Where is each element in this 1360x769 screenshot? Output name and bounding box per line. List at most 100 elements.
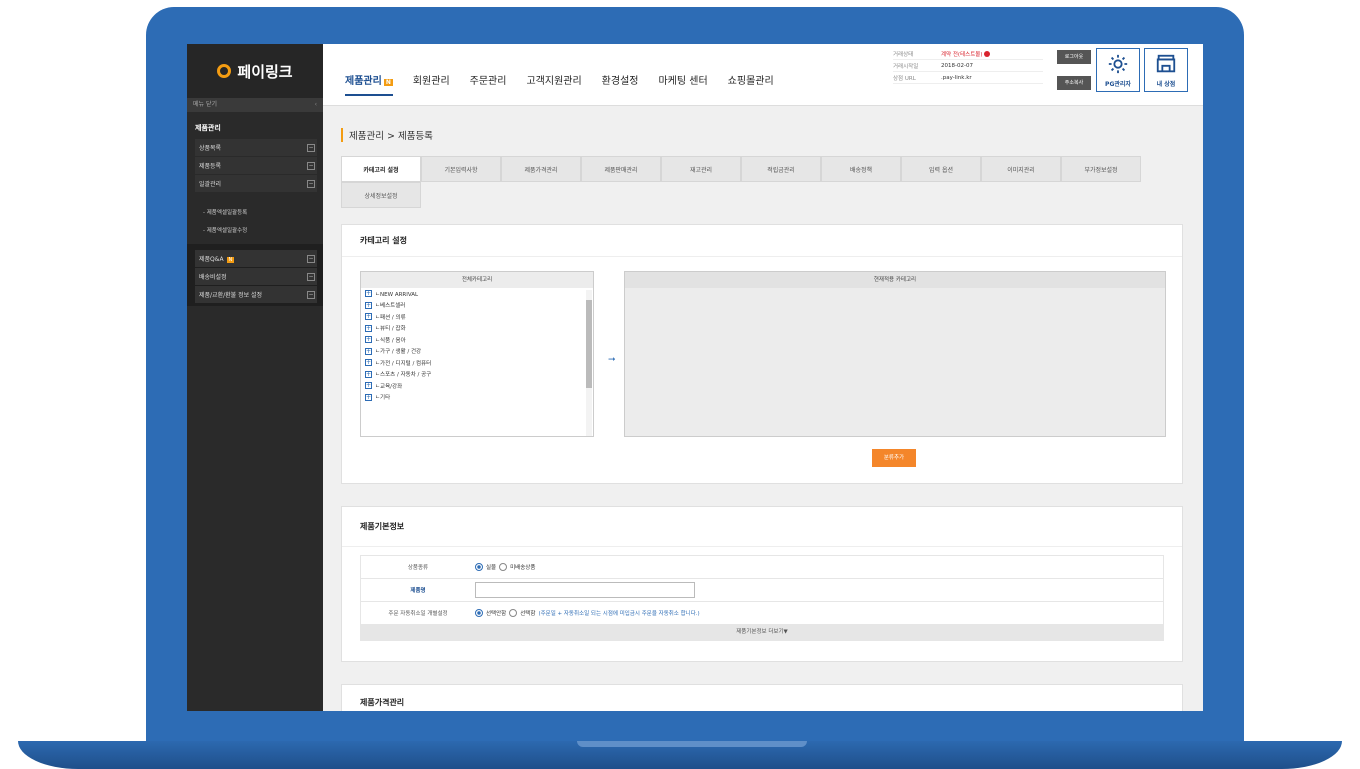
minus-icon: − [307, 290, 315, 299]
main-nav: 제품관리 N 회원관리 주문관리 고객지원관리 환경설정 마케팅 센터 쇼핑몰관리 [345, 72, 774, 96]
row-product-type: 상품종류 실물 미배송상품 [361, 556, 1163, 579]
arrow-right-icon[interactable]: ➞ [608, 355, 616, 365]
list-header: 전체카테고리 [361, 272, 593, 288]
plus-icon: + [365, 324, 372, 332]
basic-info-panel: 제품기본정보 상품종류 실물 미배송상품 제품명 주문 자동취소일 개별설정 선… [341, 506, 1183, 662]
list-item[interactable]: + ㄴ패션 / 의류 [361, 311, 593, 323]
list-item[interactable]: + ㄴ기타 [361, 392, 593, 404]
screen: 페이링크 메뉴 닫기 ‹ 제품관리 상품목록 − 제품등록 − 일괄관리 − -… [187, 44, 1203, 711]
tab-category[interactable]: 카테고리 설정 [341, 156, 421, 182]
chevron-left-icon: ‹ [314, 101, 317, 108]
plus-icon: + [365, 336, 372, 344]
sidebar-item-product-register[interactable]: 제품등록 − [195, 157, 317, 174]
menu-close-label: 메뉴 닫기 [193, 101, 217, 108]
minus-icon: − [307, 272, 315, 281]
list-item[interactable]: + ㄴ스포츠 / 자동차 / 공구 [361, 369, 593, 381]
nav-shop-manage[interactable]: 쇼핑몰관리 [728, 72, 774, 87]
top-header: 제품관리 N 회원관리 주문관리 고객지원관리 환경설정 마케팅 센터 쇼핑몰관리… [323, 44, 1203, 106]
logo[interactable]: 페이링크 [187, 44, 323, 98]
nav-member-manage[interactable]: 회원관리 [413, 72, 450, 87]
plus-icon: + [365, 382, 372, 390]
tab-extra-info[interactable]: 부가정보설정 [1061, 156, 1141, 182]
info-row-status: 거래상태 계약 전(테스트몰) [893, 48, 1043, 60]
gear-icon [1108, 54, 1128, 74]
all-category-list: 전체카테고리 + ㄴNEW ARRIVAL + ㄴ베스트셀러 + ㄴ패션 / 의류 +… [360, 271, 594, 437]
store-info: 거래상태 계약 전(테스트몰) 거래시작일 2018-02-07 상점 URL … [893, 48, 1043, 84]
info-row-start-date: 거래시작일 2018-02-07 [893, 60, 1043, 72]
plus-icon: + [365, 313, 372, 321]
nav-customer-support[interactable]: 고객지원관리 [526, 72, 581, 87]
list-item[interactable]: + ㄴ뷰티 / 잡화 [361, 323, 593, 335]
scrollbar[interactable] [586, 290, 592, 436]
tab-price[interactable]: 제품가격관리 [501, 156, 581, 182]
sidebar-item-product-list[interactable]: 상품목록 − [195, 139, 317, 156]
sidebar-item-label: 상품목록 [199, 145, 222, 152]
sidebar-sub-excel-edit[interactable]: - 제품엑셀일괄수정 [187, 220, 323, 238]
list-item[interactable]: + ㄴNEW ARRIVAL [361, 288, 593, 300]
list-item[interactable]: + ㄴ교육/강좌 [361, 380, 593, 392]
tab-shipping[interactable]: 배송정책 [821, 156, 901, 182]
scroll-thumb[interactable] [586, 300, 592, 388]
product-name-input[interactable] [475, 582, 695, 598]
radio-non-shipping[interactable] [499, 563, 508, 571]
panel-title: 제품가격관리 [360, 698, 405, 707]
list-item[interactable]: + ㄴ베스트셀러 [361, 300, 593, 312]
plus-icon: + [365, 347, 372, 355]
category-panel: 카테고리 설정 전체카테고리 + ㄴNEW ARRIVAL + ㄴ베스트셀러 + ㄴ패… [341, 224, 1183, 484]
tab-sales[interactable]: 제품판매관리 [581, 156, 661, 182]
list-item[interactable]: + ㄴ식품 / 음아 [361, 334, 593, 346]
sidebar: 페이링크 메뉴 닫기 ‹ 제품관리 상품목록 − 제품등록 − 일괄관리 − -… [187, 44, 323, 711]
new-badge: N [226, 257, 235, 263]
tab-detail-info[interactable]: 상세정보설정 [341, 182, 421, 208]
plus-icon: + [365, 359, 372, 367]
panel-title: 카테고리 설정 [342, 225, 1182, 257]
sidebar-item-label: 제품Q&A N [199, 256, 235, 263]
tab-points[interactable]: 적립금관리 [741, 156, 821, 182]
list-header: 현재적용 카테고리 [625, 272, 1165, 288]
tab-stock[interactable]: 재고관리 [661, 156, 741, 182]
plus-icon: + [365, 290, 372, 298]
sidebar-item-label: 제품/교환/환불 정보 설정 [199, 292, 263, 299]
nav-marketing[interactable]: 마케팅 센터 [658, 72, 707, 87]
tab-options[interactable]: 입력 옵션 [901, 156, 981, 182]
nav-product-manage[interactable]: 제품관리 N [345, 72, 393, 96]
pg-admin-button[interactable]: PG관리자 [1096, 48, 1140, 92]
radio-no-select[interactable] [475, 609, 483, 617]
list-item[interactable]: + ㄴ가전 / 디지털 / 컴퓨터 [361, 357, 593, 369]
logout-button[interactable]: 로그아웃 [1057, 50, 1091, 64]
sidebar-item-qna[interactable]: 제품Q&A N − [195, 250, 317, 267]
add-category-button[interactable]: 분류추가 [872, 449, 916, 467]
my-shop-button[interactable]: 내 상점 [1144, 48, 1188, 92]
sidebar-item-label: 제품등록 [199, 163, 222, 170]
minus-icon: − [307, 143, 315, 152]
row-auto-cancel: 주문 자동취소일 개별설정 선택안함 선택함 (주문일 + 자동취소일 되는 시… [361, 602, 1163, 625]
current-category-list: 현재적용 카테고리 [624, 271, 1166, 437]
menu-close-toggle[interactable]: 메뉴 닫기 ‹ [187, 98, 323, 112]
shop-icon [1156, 54, 1176, 73]
radio-select[interactable] [509, 609, 518, 617]
copy-address-button[interactable]: 주소복사 [1057, 76, 1091, 90]
tab-basic-input[interactable]: 기본입력사항 [421, 156, 501, 182]
panel-title: 제품기본정보 [342, 507, 1182, 547]
show-more-basic-info[interactable]: 제품기본정보 더보기▼ [361, 625, 1163, 640]
tab-images[interactable]: 이미지관리 [981, 156, 1061, 182]
sidebar-item-shipping-fee[interactable]: 배송비설정 − [195, 268, 317, 285]
plus-icon: + [365, 370, 372, 378]
brand-name: 페이링크 [237, 62, 293, 81]
nav-order-manage[interactable]: 주문관리 [470, 72, 507, 87]
new-badge: N [383, 79, 393, 86]
sidebar-item-exchange-refund[interactable]: 제품/교환/환불 정보 설정 − [195, 286, 317, 303]
plus-icon: + [365, 301, 372, 309]
info-row-store-url: 상점 URL .pay-link.kr [893, 72, 1043, 84]
radio-physical[interactable] [475, 563, 483, 571]
price-panel: 제품가격관리 [341, 684, 1183, 711]
minus-icon: − [307, 254, 315, 263]
sidebar-section-title: 제품관리 [195, 124, 221, 132]
sidebar-item-bulk-manage[interactable]: 일괄관리 − [195, 175, 317, 192]
minus-icon: − [307, 179, 315, 188]
sidebar-sub-excel-register[interactable]: - 제품엑셀일괄등록 [187, 202, 323, 220]
list-item[interactable]: + ㄴ가구 / 생활 / 건강 [361, 346, 593, 358]
plus-icon: + [365, 393, 372, 401]
auto-cancel-note: (주문일 + 자동취소일 되는 시점에 미입금시 주문을 자동취소 합니다.) [538, 611, 700, 617]
nav-settings[interactable]: 환경설정 [602, 72, 639, 87]
